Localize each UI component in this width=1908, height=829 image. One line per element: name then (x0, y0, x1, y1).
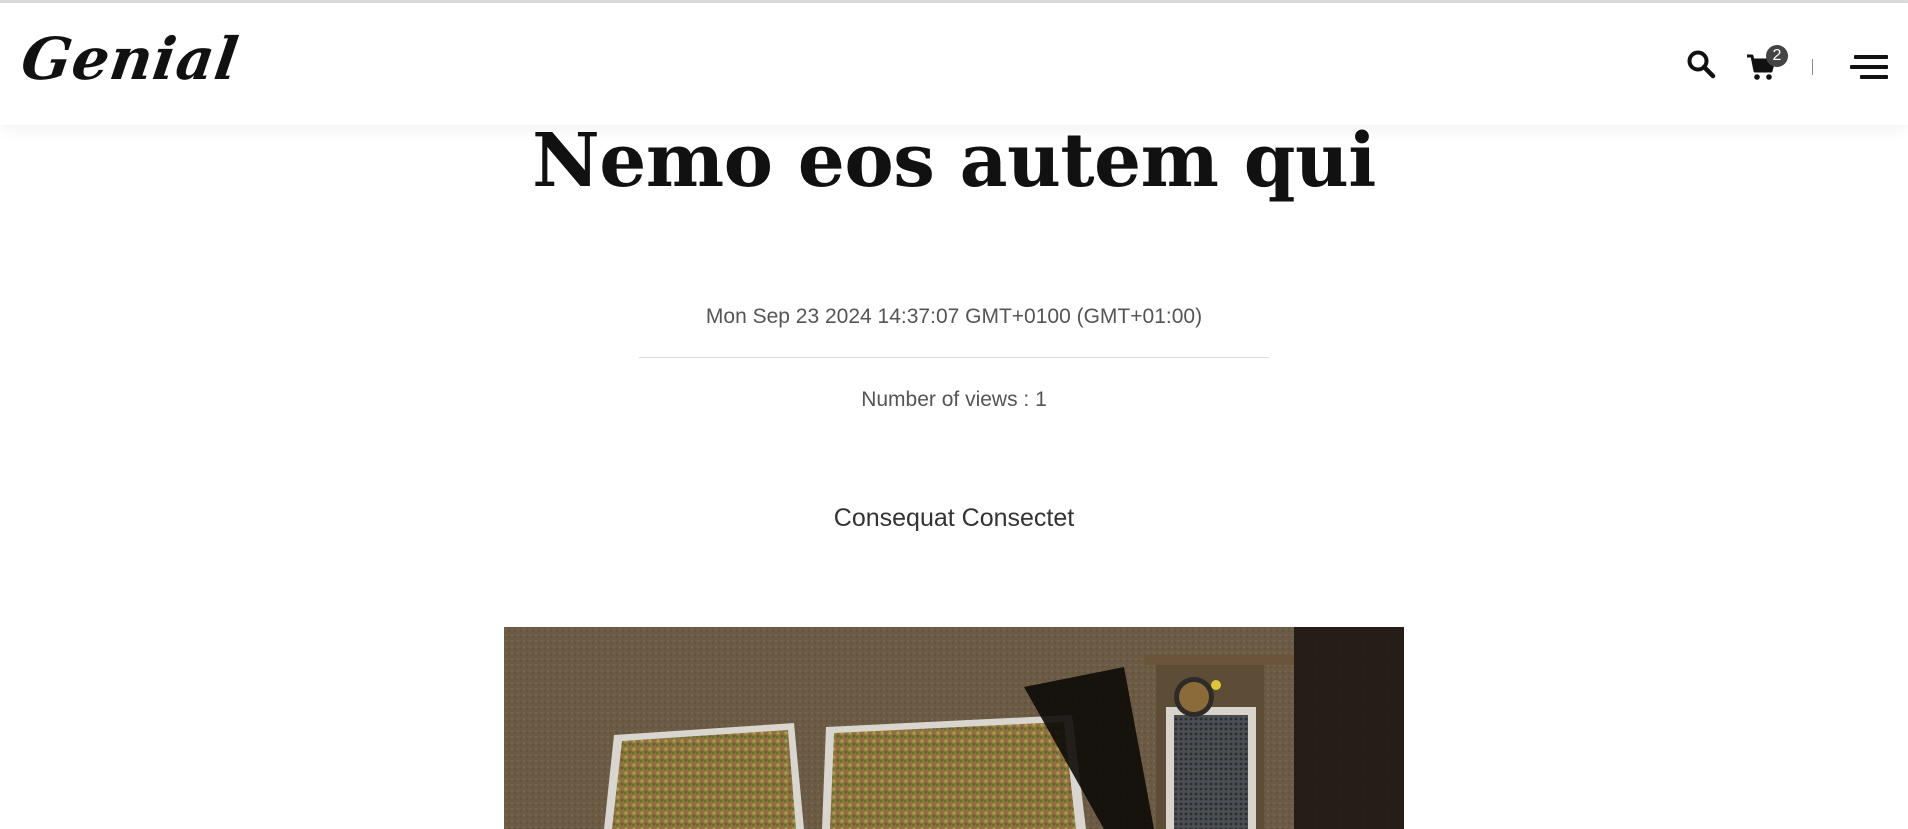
article-subtitle: Consequat Consectet (833, 504, 1075, 532)
site-header: Genial 2 (0, 3, 1908, 125)
search-icon[interactable] (1686, 49, 1716, 79)
article-date: Mon Sep 23 2024 14:37:07 GMT+0100 (GMT+0… (705, 305, 1203, 328)
article-image (504, 627, 1404, 829)
cart-button[interactable]: 2 (1746, 45, 1788, 81)
header-divider (1812, 59, 1813, 75)
menu-icon[interactable] (1850, 55, 1888, 79)
cart-count-badge: 2 (1766, 45, 1788, 67)
view-count: Number of views : 1 (861, 388, 1047, 411)
divider (639, 357, 1269, 358)
article-title: Nemo eos autem qui (532, 118, 1376, 204)
site-logo[interactable]: Genial (17, 25, 243, 93)
